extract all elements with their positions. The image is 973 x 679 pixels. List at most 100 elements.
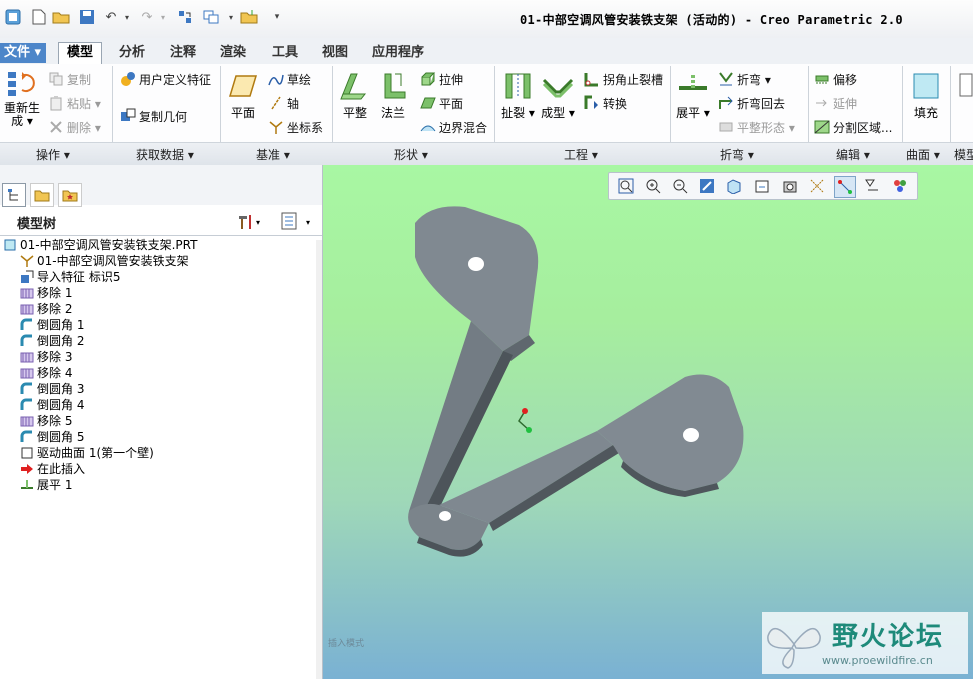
tab-file[interactable]: 文件 ▾: [0, 43, 46, 63]
regenerate-button[interactable]: 重新生 成 ▾: [2, 68, 42, 128]
extend-button[interactable]: 延伸: [814, 93, 857, 113]
planar-button[interactable]: 平面: [420, 93, 463, 113]
windows-dropdown-icon[interactable]: ▾: [222, 8, 240, 26]
extrude-button[interactable]: 拉伸: [420, 69, 463, 89]
offset-button[interactable]: 偏移: [814, 69, 857, 89]
favorites-tab-icon[interactable]: [58, 183, 82, 207]
tree-item[interactable]: 倒圆角 2: [20, 333, 84, 349]
tree-item[interactable]: 移除 3: [20, 349, 72, 365]
new-file-icon[interactable]: [30, 8, 48, 26]
tab-analysis[interactable]: 分析: [111, 43, 153, 63]
model-tree-tab-icon[interactable]: [2, 183, 26, 207]
redo-dropdown-icon[interactable]: ▾: [154, 8, 172, 26]
fill-button[interactable]: 填充: [906, 70, 946, 121]
tree-settings-button[interactable]: ▾: [236, 212, 260, 232]
folder-browser-tab-icon[interactable]: [30, 183, 54, 207]
datum-display-icon[interactable]: [807, 176, 827, 196]
tab-model[interactable]: 模型: [58, 42, 103, 65]
view-manager-icon[interactable]: [780, 176, 800, 196]
tree-item[interactable]: 倒圆角 5: [20, 429, 84, 445]
tree-item[interactable]: 倒圆角 4: [20, 397, 84, 413]
tab-view[interactable]: 视图: [314, 43, 356, 63]
convert-button[interactable]: 转换: [584, 93, 627, 113]
model-tree-scrollbar[interactable]: [316, 240, 322, 679]
group-editing[interactable]: 编辑 ▾: [836, 146, 870, 163]
group-get-data[interactable]: 获取数据 ▾: [136, 146, 194, 163]
customize-toolbar-icon[interactable]: ▾: [268, 8, 286, 26]
group-shapes[interactable]: 形状 ▾: [394, 146, 428, 163]
flange-wall-button[interactable]: 法兰: [376, 70, 410, 121]
delete-button[interactable]: 删除 ▾: [48, 117, 101, 137]
group-engineering[interactable]: 工程 ▾: [564, 146, 598, 163]
tree-item[interactable]: 驱动曲面 1(第一个壁): [20, 445, 154, 461]
tree-show-button[interactable]: ▾: [280, 212, 314, 232]
axis-button[interactable]: 轴: [268, 93, 299, 113]
tree-item[interactable]: 移除 1: [20, 285, 72, 301]
regenerate-icon[interactable]: [176, 8, 194, 26]
tree-item[interactable]: 倒圆角 3: [20, 381, 84, 397]
rip-button[interactable]: 扯裂 ▾: [500, 70, 536, 121]
tree-item[interactable]: 移除 4: [20, 365, 72, 381]
hole-foot: [439, 511, 451, 521]
bend-back-button[interactable]: 折弯回去: [718, 93, 785, 113]
display-style-icon[interactable]: [724, 176, 744, 196]
repaint-icon[interactable]: [697, 176, 717, 196]
datum-plane-button[interactable]: 平面: [226, 70, 260, 121]
saved-orientations-icon[interactable]: [752, 176, 772, 196]
group-datum[interactable]: 基准 ▾: [256, 146, 290, 163]
group-surfaces[interactable]: 曲面 ▾: [906, 146, 940, 163]
fill-surface-icon: [910, 70, 942, 102]
udf-button[interactable]: 用户定义特征: [120, 69, 211, 89]
paste-button[interactable]: 粘贴 ▾: [48, 93, 101, 113]
split-area-button[interactable]: 分割区域...: [814, 117, 892, 137]
zoom-in-icon[interactable]: [643, 176, 663, 196]
copy-geometry-button[interactable]: 复制几何: [120, 106, 187, 126]
tree-item[interactable]: 01-中部空调风管安装铁支架.PRT: [3, 237, 197, 253]
tree-item[interactable]: 展平 1: [20, 477, 72, 493]
tree-item[interactable]: 01-中部空调风管安装铁支架: [20, 253, 189, 269]
windows-icon[interactable]: [202, 8, 220, 26]
tab-tools[interactable]: 工具: [264, 43, 306, 63]
undo-dropdown-icon[interactable]: ▾: [118, 8, 136, 26]
tree-settings-dropdown-icon: ▾: [256, 217, 261, 227]
tab-annotate[interactable]: 注释: [162, 43, 204, 63]
graphics-window[interactable]: [323, 165, 973, 679]
save-icon[interactable]: [78, 8, 96, 26]
tree-item-label: 驱动曲面 1(第一个壁): [37, 446, 154, 460]
model-intent-button[interactable]: [956, 70, 973, 104]
appearance-gallery-icon[interactable]: [890, 176, 910, 196]
refit-icon[interactable]: [616, 176, 636, 196]
group-model-intent[interactable]: 模型: [954, 146, 973, 163]
unbend-button[interactable]: 展平 ▾: [674, 70, 712, 121]
sketch-button[interactable]: 草绘: [268, 69, 311, 89]
zoom-out-icon[interactable]: [670, 176, 690, 196]
bend-button[interactable]: 折弯 ▾: [718, 69, 771, 89]
corner-relief-button[interactable]: 拐角止裂槽: [584, 69, 663, 89]
regenerate-big-icon: [6, 68, 38, 100]
tab-render[interactable]: 渲染: [212, 43, 254, 63]
tree-item[interactable]: 移除 5: [20, 413, 72, 429]
flat-pattern-button[interactable]: 平整形态 ▾: [718, 117, 795, 137]
tree-item[interactable]: 移除 2: [20, 301, 72, 317]
hole-upper: [468, 257, 484, 271]
sheet-metal-bracket[interactable]: [408, 206, 744, 557]
form-button[interactable]: 成型 ▾: [540, 70, 576, 121]
boundary-blend-button[interactable]: 边界混合: [420, 117, 487, 137]
corner-relief-icon: [584, 71, 600, 87]
spin-center-icon[interactable]: [834, 176, 856, 198]
copy-button[interactable]: 复制: [48, 69, 91, 89]
open-folder-icon[interactable]: [52, 8, 70, 26]
remove-icon: [20, 286, 34, 300]
bend-icon: [718, 71, 734, 87]
tree-item[interactable]: 在此插入: [20, 461, 85, 477]
flat-wall-button[interactable]: 平整: [338, 70, 372, 121]
group-bends[interactable]: 折弯 ▾: [720, 146, 754, 163]
tree-item[interactable]: 导入特征 标识5: [20, 269, 120, 285]
model-viewport[interactable]: [323, 165, 973, 679]
csys-button[interactable]: 坐标系: [268, 117, 323, 137]
tree-item[interactable]: 倒圆角 1: [20, 317, 84, 333]
close-window-icon[interactable]: [240, 8, 258, 26]
tab-applications[interactable]: 应用程序: [364, 43, 432, 63]
annotation-display-icon[interactable]: [862, 176, 882, 196]
group-operations[interactable]: 操作 ▾: [36, 146, 70, 163]
